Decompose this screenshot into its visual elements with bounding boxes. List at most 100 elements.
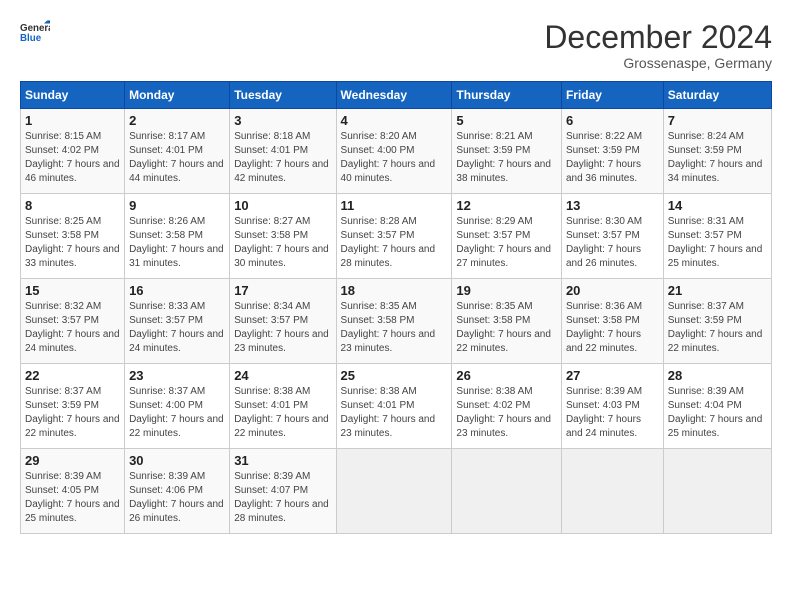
calendar-cell: 16 Sunrise: 8:33 AM Sunset: 3:57 PM Dayli… xyxy=(125,279,230,364)
day-number: 9 xyxy=(129,198,225,213)
day-number: 16 xyxy=(129,283,225,298)
day-info: Sunrise: 8:31 AM Sunset: 3:57 PM Dayligh… xyxy=(668,215,767,271)
calendar-cell xyxy=(663,449,771,534)
svg-text:Blue: Blue xyxy=(20,33,42,44)
day-info: Sunrise: 8:38 AM Sunset: 4:01 PM Dayligh… xyxy=(234,385,331,441)
day-info: Sunrise: 8:15 AM Sunset: 4:02 PM Dayligh… xyxy=(25,130,120,186)
day-info: Sunrise: 8:35 AM Sunset: 3:58 PM Dayligh… xyxy=(341,300,448,356)
subtitle: Grossenaspe, Germany xyxy=(544,55,772,71)
calendar-cell: 10 Sunrise: 8:27 AM Sunset: 3:58 PM Dayli… xyxy=(230,194,336,279)
day-info: Sunrise: 8:39 AM Sunset: 4:04 PM Dayligh… xyxy=(668,385,767,441)
calendar-cell: 19 Sunrise: 8:35 AM Sunset: 3:58 PM Dayli… xyxy=(452,279,562,364)
day-info: Sunrise: 8:32 AM Sunset: 3:57 PM Dayligh… xyxy=(25,300,120,356)
calendar-cell: 31 Sunrise: 8:39 AM Sunset: 4:07 PM Dayli… xyxy=(230,449,336,534)
calendar-cell: 13 Sunrise: 8:30 AM Sunset: 3:57 PM Dayli… xyxy=(561,194,663,279)
day-number: 22 xyxy=(25,368,120,383)
day-number: 10 xyxy=(234,198,331,213)
day-number: 28 xyxy=(668,368,767,383)
day-number: 15 xyxy=(25,283,120,298)
calendar-cell: 2Sunrise: 8:17 AM Sunset: 4:01 PM Daylig… xyxy=(125,109,230,194)
column-header-thursday: Thursday xyxy=(452,82,562,109)
day-info: Sunrise: 8:18 AM Sunset: 4:01 PM Dayligh… xyxy=(234,130,331,186)
day-info: Sunrise: 8:34 AM Sunset: 3:57 PM Dayligh… xyxy=(234,300,331,356)
day-info: Sunrise: 8:21 AM Sunset: 3:59 PM Dayligh… xyxy=(456,130,557,186)
day-number: 7 xyxy=(668,113,767,128)
day-info: Sunrise: 8:35 AM Sunset: 3:58 PM Dayligh… xyxy=(456,300,557,356)
week-row-2: 8Sunrise: 8:25 AM Sunset: 3:58 PM Daylig… xyxy=(21,194,772,279)
calendar-cell: 5 Sunrise: 8:21 AM Sunset: 3:59 PM Daylig… xyxy=(452,109,562,194)
day-info: Sunrise: 8:39 AM Sunset: 4:06 PM Dayligh… xyxy=(129,470,225,526)
week-row-5: 29 Sunrise: 8:39 AM Sunset: 4:05 PM Dayli… xyxy=(21,449,772,534)
day-number: 20 xyxy=(566,283,659,298)
day-number: 11 xyxy=(341,198,448,213)
day-number: 18 xyxy=(341,283,448,298)
day-info: Sunrise: 8:39 AM Sunset: 4:07 PM Dayligh… xyxy=(234,470,331,526)
day-number: 31 xyxy=(234,453,331,468)
day-info: Sunrise: 8:37 AM Sunset: 3:59 PM Dayligh… xyxy=(668,300,767,356)
day-number: 6 xyxy=(566,113,659,128)
logo: General Blue xyxy=(20,20,50,45)
day-number: 3 xyxy=(234,113,331,128)
calendar-table: SundayMondayTuesdayWednesdayThursdayFrid… xyxy=(20,81,772,534)
calendar-cell: 27Sunrise: 8:39 AM Sunset: 4:03 PM Dayli… xyxy=(561,364,663,449)
day-number: 14 xyxy=(668,198,767,213)
day-number: 2 xyxy=(129,113,225,128)
calendar-cell: 11Sunrise: 8:28 AM Sunset: 3:57 PM Dayli… xyxy=(336,194,452,279)
day-info: Sunrise: 8:27 AM Sunset: 3:58 PM Dayligh… xyxy=(234,215,331,271)
day-info: Sunrise: 8:24 AM Sunset: 3:59 PM Dayligh… xyxy=(668,130,767,186)
day-number: 13 xyxy=(566,198,659,213)
day-number: 17 xyxy=(234,283,331,298)
day-number: 26 xyxy=(456,368,557,383)
calendar-cell: 3 Sunrise: 8:18 AM Sunset: 4:01 PM Daylig… xyxy=(230,109,336,194)
day-number: 29 xyxy=(25,453,120,468)
calendar-cell xyxy=(336,449,452,534)
day-number: 25 xyxy=(341,368,448,383)
calendar-cell: 17 Sunrise: 8:34 AM Sunset: 3:57 PM Dayli… xyxy=(230,279,336,364)
day-number: 23 xyxy=(129,368,225,383)
calendar-cell: 4Sunrise: 8:20 AM Sunset: 4:00 PM Daylig… xyxy=(336,109,452,194)
header: General Blue December 2024 Grossenaspe, … xyxy=(20,20,772,71)
column-header-tuesday: Tuesday xyxy=(230,82,336,109)
column-header-wednesday: Wednesday xyxy=(336,82,452,109)
day-number: 12 xyxy=(456,198,557,213)
week-row-3: 15 Sunrise: 8:32 AM Sunset: 3:57 PM Dayli… xyxy=(21,279,772,364)
day-info: Sunrise: 8:37 AM Sunset: 3:59 PM Dayligh… xyxy=(25,385,120,441)
calendar-cell: 14 Sunrise: 8:31 AM Sunset: 3:57 PM Dayli… xyxy=(663,194,771,279)
calendar-header-row: SundayMondayTuesdayWednesdayThursdayFrid… xyxy=(21,82,772,109)
day-info: Sunrise: 8:25 AM Sunset: 3:58 PM Dayligh… xyxy=(25,215,120,271)
day-info: Sunrise: 8:20 AM Sunset: 4:00 PM Dayligh… xyxy=(341,130,448,186)
week-row-1: 1 Sunrise: 8:15 AM Sunset: 4:02 PM Daylig… xyxy=(21,109,772,194)
calendar-cell: 6 Sunrise: 8:22 AM Sunset: 3:59 PM Daylig… xyxy=(561,109,663,194)
calendar-cell xyxy=(561,449,663,534)
calendar-cell: 7 Sunrise: 8:24 AM Sunset: 3:59 PM Daylig… xyxy=(663,109,771,194)
day-info: Sunrise: 8:22 AM Sunset: 3:59 PM Dayligh… xyxy=(566,130,659,186)
calendar-cell: 12Sunrise: 8:29 AM Sunset: 3:57 PM Dayli… xyxy=(452,194,562,279)
day-info: Sunrise: 8:36 AM Sunset: 3:58 PM Dayligh… xyxy=(566,300,659,356)
day-number: 1 xyxy=(25,113,120,128)
calendar-cell: 26Sunrise: 8:38 AM Sunset: 4:02 PM Dayli… xyxy=(452,364,562,449)
day-info: Sunrise: 8:39 AM Sunset: 4:05 PM Dayligh… xyxy=(25,470,120,526)
calendar-cell: 25 Sunrise: 8:38 AM Sunset: 4:01 PM Dayli… xyxy=(336,364,452,449)
calendar-cell xyxy=(452,449,562,534)
calendar-cell: 29 Sunrise: 8:39 AM Sunset: 4:05 PM Dayli… xyxy=(21,449,125,534)
calendar-cell: 20 Sunrise: 8:36 AM Sunset: 3:58 PM Dayli… xyxy=(561,279,663,364)
day-info: Sunrise: 8:33 AM Sunset: 3:57 PM Dayligh… xyxy=(129,300,225,356)
page-title: December 2024 xyxy=(544,20,772,55)
day-info: Sunrise: 8:30 AM Sunset: 3:57 PM Dayligh… xyxy=(566,215,659,271)
day-number: 24 xyxy=(234,368,331,383)
calendar-cell: 23Sunrise: 8:37 AM Sunset: 4:00 PM Dayli… xyxy=(125,364,230,449)
calendar-cell: 1 Sunrise: 8:15 AM Sunset: 4:02 PM Daylig… xyxy=(21,109,125,194)
calendar-cell: 28 Sunrise: 8:39 AM Sunset: 4:04 PM Dayli… xyxy=(663,364,771,449)
week-row-4: 22 Sunrise: 8:37 AM Sunset: 3:59 PM Dayli… xyxy=(21,364,772,449)
day-number: 5 xyxy=(456,113,557,128)
title-area: December 2024 Grossenaspe, Germany xyxy=(544,20,772,71)
calendar-cell: 18 Sunrise: 8:35 AM Sunset: 3:58 PM Dayli… xyxy=(336,279,452,364)
calendar-cell: 30Sunrise: 8:39 AM Sunset: 4:06 PM Dayli… xyxy=(125,449,230,534)
calendar-cell: 8Sunrise: 8:25 AM Sunset: 3:58 PM Daylig… xyxy=(21,194,125,279)
calendar-cell: 24 Sunrise: 8:38 AM Sunset: 4:01 PM Dayli… xyxy=(230,364,336,449)
day-number: 19 xyxy=(456,283,557,298)
calendar-body: 1 Sunrise: 8:15 AM Sunset: 4:02 PM Daylig… xyxy=(21,109,772,534)
column-header-sunday: Sunday xyxy=(21,82,125,109)
calendar-cell: 22 Sunrise: 8:37 AM Sunset: 3:59 PM Dayli… xyxy=(21,364,125,449)
day-info: Sunrise: 8:38 AM Sunset: 4:01 PM Dayligh… xyxy=(341,385,448,441)
